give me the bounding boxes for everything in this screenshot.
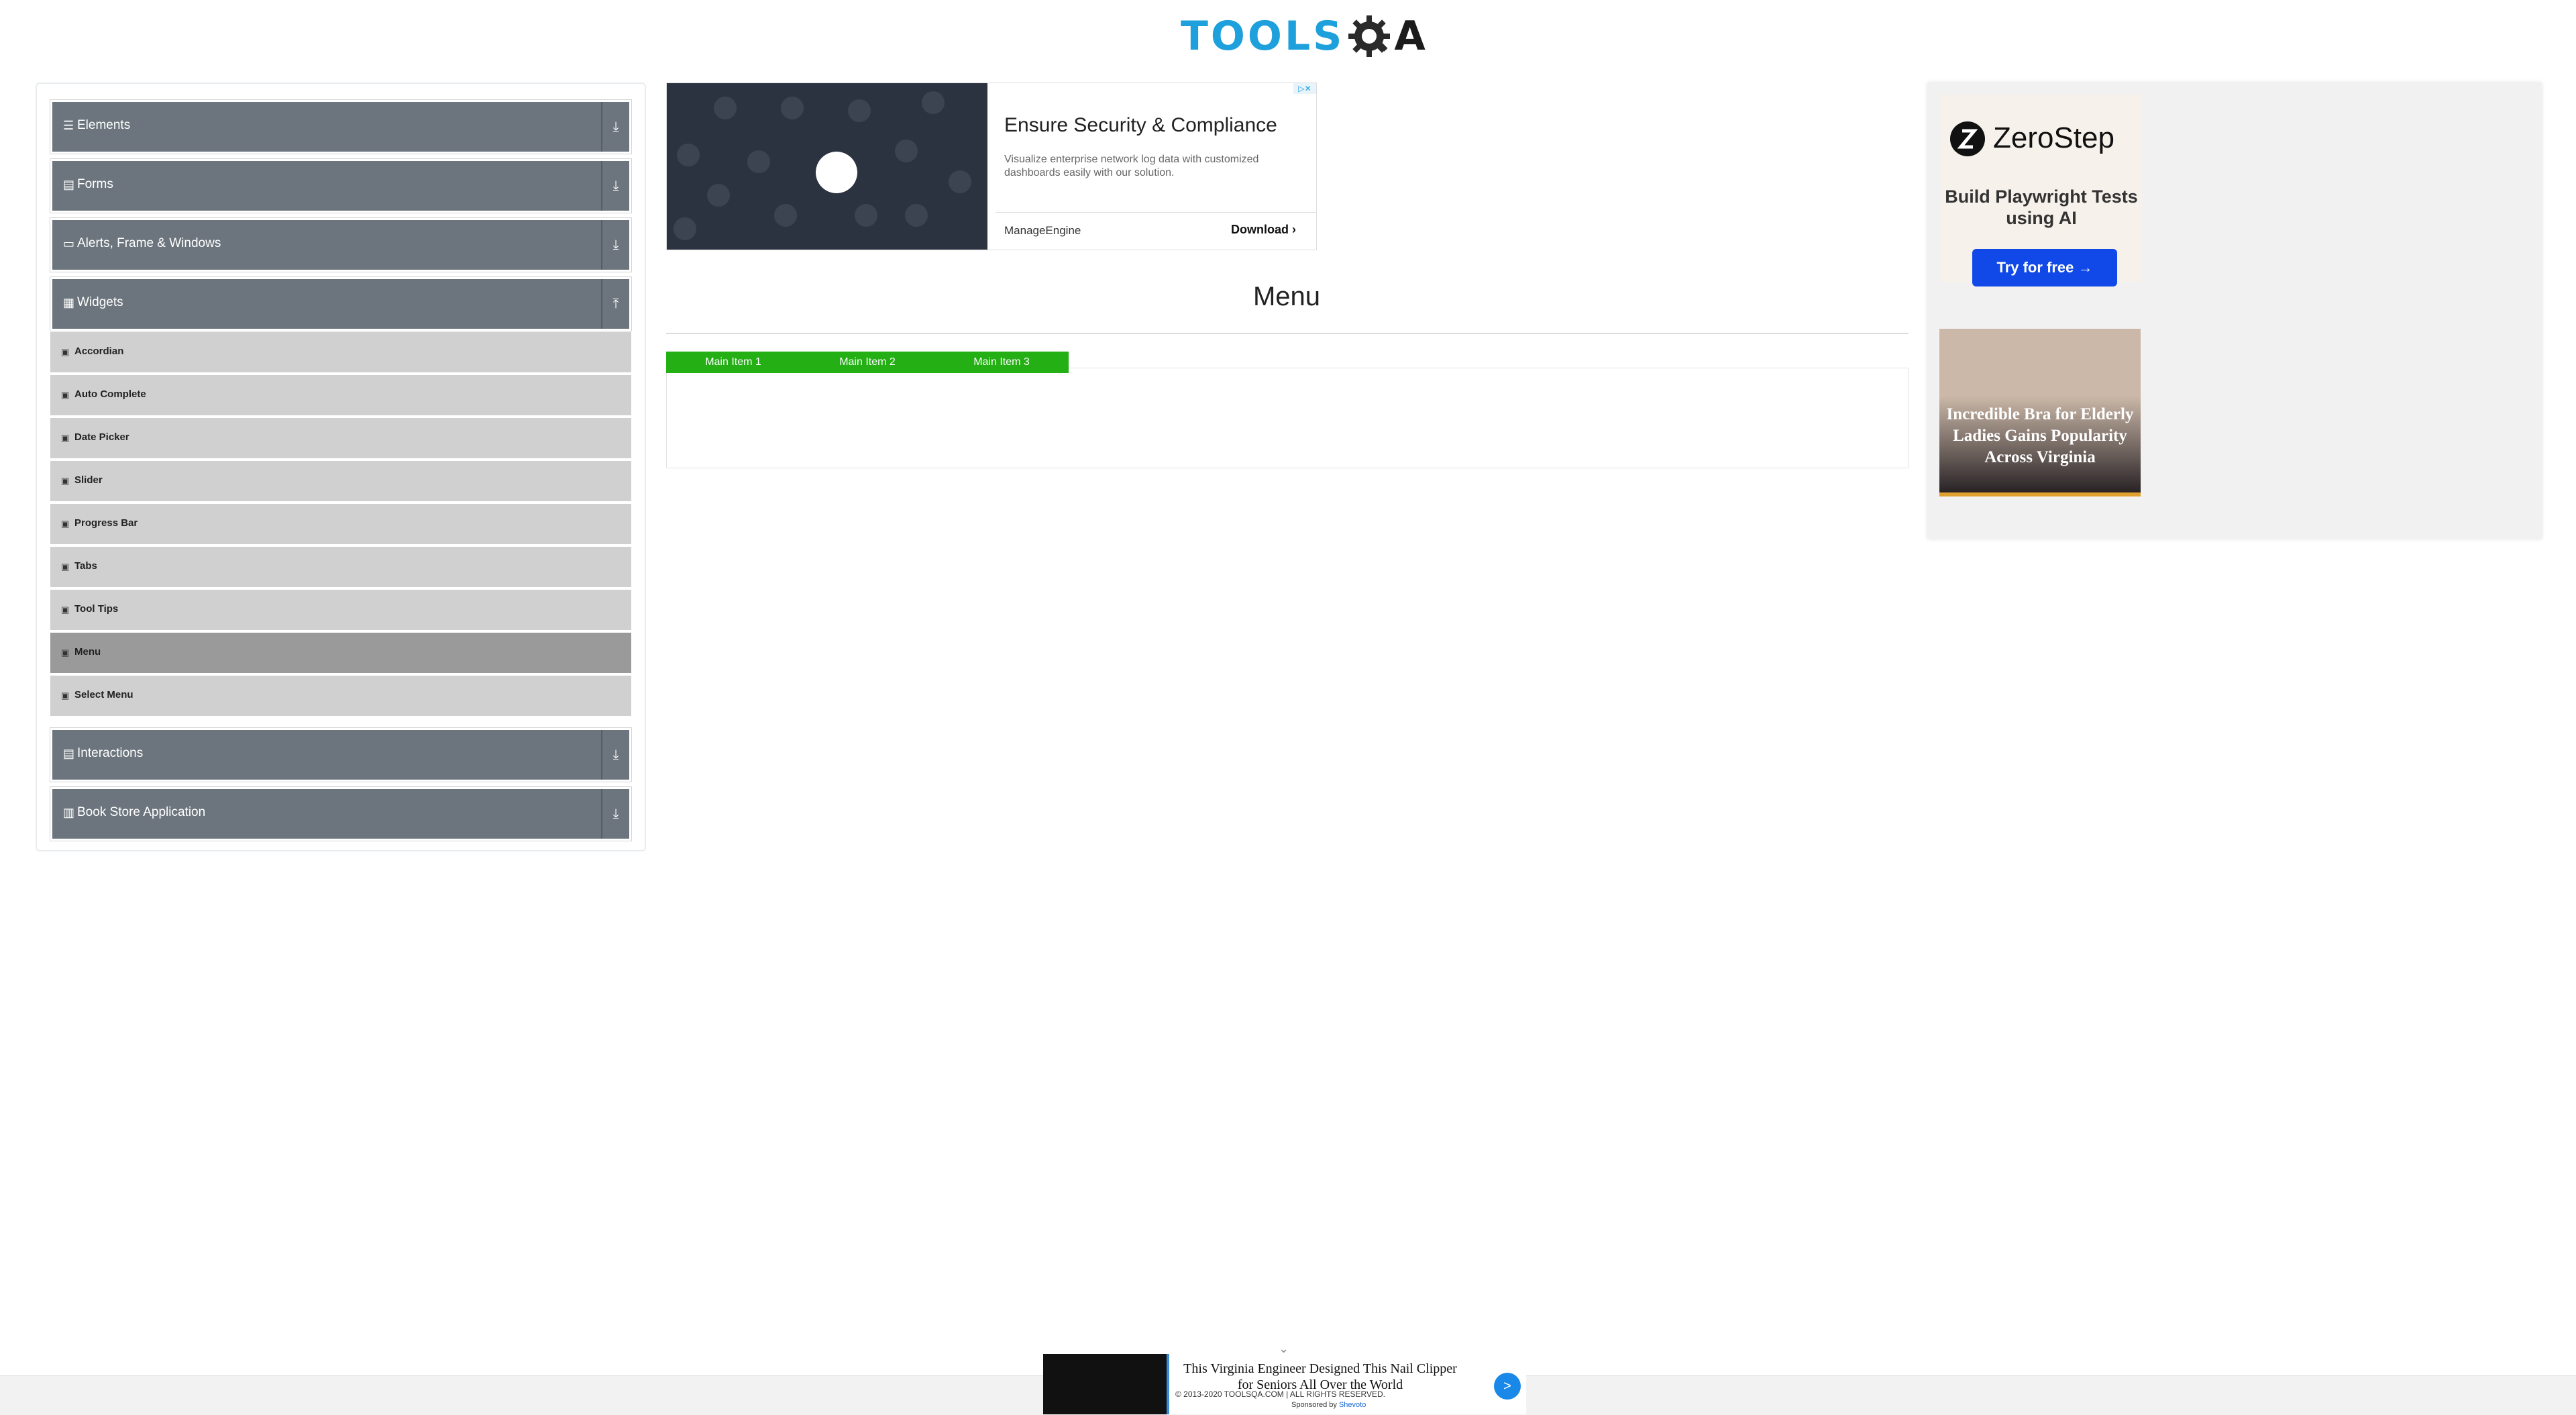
ad-next-button[interactable]: > — [1494, 1373, 1521, 1400]
sponsored-by-label: Sponsored by — [1291, 1401, 1337, 1409]
page-title: Menu — [1252, 282, 1321, 311]
menu-item-progress-bar[interactable]: ▣ Progress Bar — [50, 504, 631, 547]
ad-divider — [996, 212, 1316, 213]
collapse-icon[interactable]: ⤒ — [601, 279, 629, 329]
bra-ad[interactable]: Incredible Bra for Elderly Ladies Gains … — [1939, 329, 2141, 496]
expand-icon[interactable]: ⤓ — [601, 730, 629, 780]
window-icon: ▭ — [63, 237, 75, 250]
item-icon: ▣ — [61, 605, 70, 615]
widgets-menu-list: ▣ Accordian ▣ Auto Complete ▣ Date Picke… — [50, 332, 631, 719]
widgets-icon: ▦ — [63, 296, 75, 309]
menu-item-label: Accordian — [74, 346, 124, 357]
menu-container — [666, 368, 1909, 468]
group-elements[interactable]: ☰ Elements ⤓ — [50, 100, 631, 154]
group-label: Interactions — [77, 746, 144, 760]
group-label: Elements — [77, 118, 131, 132]
ad-description: Visualize enterprise network log data wi… — [1004, 154, 1259, 178]
item-icon: ▣ — [61, 519, 70, 529]
bottom-sticky-ad[interactable]: This Virginia Engineer Designed This Nai… — [1043, 1354, 1526, 1414]
cta-label: Download — [1230, 223, 1289, 236]
menu-item-label: Date Picker — [74, 431, 129, 443]
expand-icon[interactable]: ⤓ — [601, 789, 629, 839]
copyright-text: © 2013-2020 TOOLSQA.COM | ALL RIGHTS RES… — [1175, 1390, 1385, 1399]
menu-item-label: Auto Complete — [74, 388, 146, 400]
item-icon: ▣ — [61, 562, 70, 572]
top-banner-ad[interactable]: ▷✕ Ensure Security & Compliance Visualiz… — [666, 83, 1317, 250]
menu-item-label: Menu — [74, 646, 101, 658]
toolsqa-logo[interactable]: TOOLS A — [1181, 9, 1426, 63]
logo-text-right: A — [1394, 13, 1426, 60]
ad-tagline: Build Playwright Tests using AI — [1945, 187, 2138, 228]
sponsor-name[interactable]: Shevoto — [1339, 1401, 1366, 1409]
menu-item-menu[interactable]: ▣ Menu — [50, 633, 631, 676]
ad-brand: ManageEngine — [1004, 224, 1081, 237]
logo-text-left: TOOLS — [1181, 13, 1345, 60]
zerostep-ad[interactable]: ZeroStep Build Playwright Tests using AI… — [1941, 95, 2142, 286]
group-interactions[interactable]: ▤ Interactions ⤓ — [50, 728, 631, 782]
form-icon: ▤ — [63, 178, 75, 191]
ad-accent-bar — [1939, 492, 2141, 496]
item-icon: ▣ — [61, 433, 70, 443]
group-label: Book Store Application — [77, 805, 206, 819]
menu-item-accordian[interactable]: ▣ Accordian — [50, 332, 631, 375]
item-icon: ▣ — [61, 347, 70, 357]
menu-item-date-picker[interactable]: ▣ Date Picker — [50, 418, 631, 461]
right-ad-column: ZeroStep Build Playwright Tests using AI… — [1927, 83, 2542, 539]
main-item-1[interactable]: Main Item 1 — [666, 352, 800, 373]
adchoices-icon[interactable]: ▷✕ — [1293, 83, 1316, 94]
expand-icon[interactable]: ⤓ — [601, 102, 629, 152]
menu-item-label: Tool Tips — [74, 603, 119, 615]
try-for-free-button[interactable]: Try for free → — [1972, 249, 2117, 286]
group-label: Alerts, Frame & Windows — [77, 236, 221, 250]
group-label: Forms — [77, 177, 113, 191]
menu-item-tabs[interactable]: ▣ Tabs — [50, 547, 631, 590]
expand-icon[interactable]: ⤓ — [601, 161, 629, 211]
main-item-3[interactable]: Main Item 3 — [934, 352, 1069, 373]
main-menu-bar: Main Item 1 Main Item 2 Main Item 3 — [666, 352, 1069, 373]
list-icon: ☰ — [63, 119, 74, 132]
chevron-right-icon: › — [1292, 223, 1296, 236]
item-icon: ▣ — [61, 390, 70, 400]
item-icon: ▣ — [61, 647, 70, 658]
menu-item-slider[interactable]: ▣ Slider — [50, 461, 631, 504]
item-icon: ▣ — [61, 690, 70, 700]
item-icon: ▣ — [61, 476, 70, 486]
menu-item-label: Slider — [74, 474, 103, 486]
ad-image — [667, 83, 987, 250]
expand-icon[interactable]: ⤓ — [601, 220, 629, 270]
ad-headline: Incredible Bra for Elderly Ladies Gains … — [1946, 405, 2134, 466]
group-book-store[interactable]: ▥ Book Store Application ⤓ — [50, 787, 631, 841]
ad-thumbnail — [1043, 1354, 1169, 1414]
title-divider — [666, 333, 1909, 334]
group-widgets[interactable]: ▦ Widgets ⤒ — [50, 277, 631, 331]
menu-item-auto-complete[interactable]: ▣ Auto Complete — [50, 375, 631, 418]
interactions-icon: ▤ — [63, 747, 75, 760]
ad-text: This Virginia Engineer Designed This Nai… — [1183, 1361, 1457, 1392]
menu-item-tool-tips[interactable]: ▣ Tool Tips — [50, 590, 631, 633]
download-button[interactable]: Download › — [1231, 223, 1296, 237]
group-alerts[interactable]: ▭ Alerts, Frame & Windows ⤓ — [50, 218, 631, 272]
group-forms[interactable]: ▤ Forms ⤓ — [50, 159, 631, 213]
menu-item-label: Select Menu — [74, 689, 133, 700]
group-label: Widgets — [77, 295, 123, 309]
ad-brand-name: ZeroStep — [1993, 121, 2114, 154]
menu-item-label: Progress Bar — [74, 517, 138, 529]
left-panel: ☰ Elements ⤓ ▤ Forms ⤓ ▭ Alerts, Frame &… — [36, 83, 646, 851]
menu-item-label: Tabs — [74, 560, 97, 572]
zerostep-logo-icon — [1950, 121, 1985, 156]
book-icon: ▥ — [63, 806, 75, 819]
gear-icon — [1346, 13, 1393, 60]
ad-title: Ensure Security & Compliance — [1004, 114, 1277, 136]
sponsored-line: Sponsored by Shevoto — [1291, 1401, 1366, 1409]
main-item-2[interactable]: Main Item 2 — [800, 352, 934, 373]
menu-item-select-menu[interactable]: ▣ Select Menu — [50, 676, 631, 719]
